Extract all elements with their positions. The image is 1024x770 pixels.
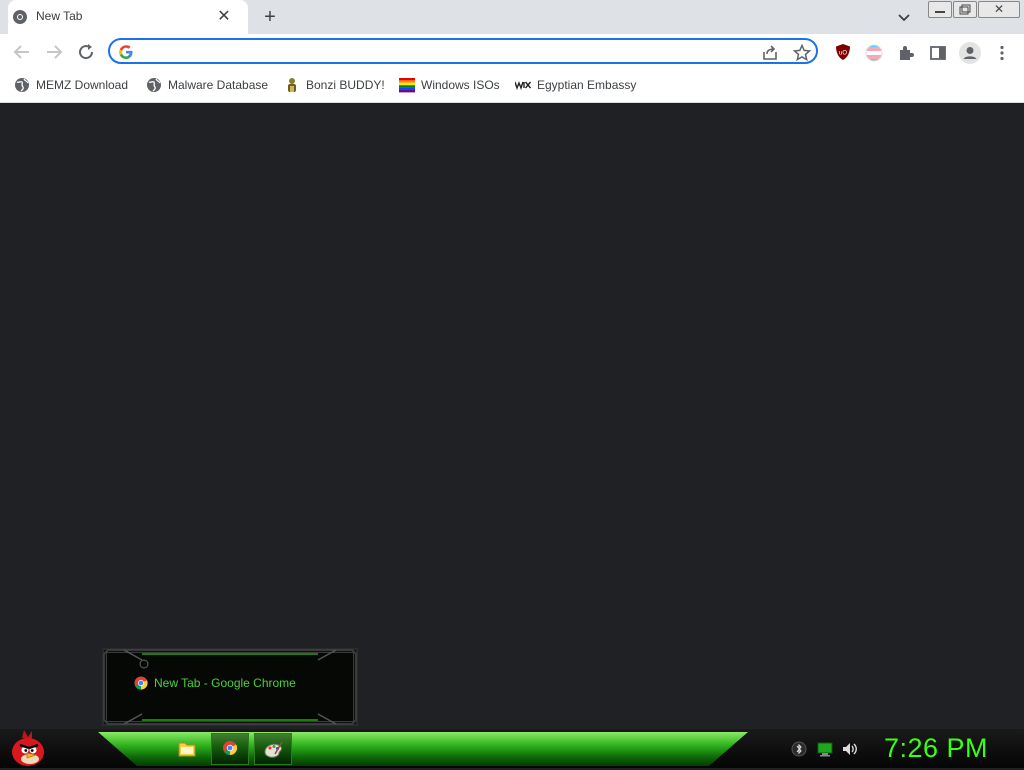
bookmark-label: Malware Database — [168, 78, 269, 92]
chrome-icon — [223, 741, 238, 756]
bookmark-label: Windows ISOs — [421, 78, 500, 92]
share-icon[interactable] — [760, 43, 780, 63]
bonzi-icon — [288, 78, 296, 92]
restore-button[interactable] — [953, 1, 977, 18]
close-tab-icon[interactable]: ✕ — [215, 8, 233, 26]
omnibox-input[interactable] — [140, 41, 744, 63]
new-tab-page — [0, 103, 1024, 729]
bookmark-bonzi-buddy[interactable]: Bonzi BUDDY! — [284, 74, 385, 96]
globe-icon — [15, 78, 29, 92]
taskbar-chrome-button[interactable] — [211, 733, 249, 765]
bookmark-star-icon[interactable] — [792, 43, 812, 63]
bluetooth-tray-icon[interactable] — [791, 741, 807, 757]
globe-icon — [147, 78, 161, 92]
thumbnail-window-title: New Tab - Google Chrome — [154, 676, 296, 690]
bookmark-memz-download[interactable]: MEMZ Download — [14, 74, 128, 96]
restore-icon — [959, 4, 971, 15]
bookmark-windows-isos[interactable]: Windows ISOs — [399, 74, 500, 96]
chrome-icon — [13, 10, 27, 24]
new-tab-button[interactable]: + — [258, 5, 282, 29]
rainbow-flag-icon — [399, 78, 415, 93]
bookmark-label: MEMZ Download — [36, 78, 129, 92]
reload-icon[interactable] — [74, 40, 98, 64]
window-close-button[interactable]: ✕ — [978, 1, 1020, 18]
network-tray-icon[interactable] — [817, 741, 833, 757]
minimize-button[interactable] — [928, 1, 952, 18]
minimize-icon — [935, 11, 945, 13]
chevron-down-icon[interactable] — [895, 8, 913, 26]
paint-palette-icon — [264, 741, 283, 758]
taskbar-clock[interactable]: 7:26 PM — [884, 733, 988, 764]
ublock-origin-icon[interactable]: uO — [834, 43, 852, 61]
svg-text:uO: uO — [839, 51, 847, 57]
wix-icon — [515, 81, 531, 91]
back-arrow-icon[interactable] — [10, 40, 34, 64]
bookmark-malware-database[interactable]: Malware Database — [146, 74, 268, 96]
taskbar-file-explorer-button[interactable] — [168, 733, 206, 765]
bookmark-label: Egyptian Embassy — [537, 78, 637, 92]
side-panel-icon[interactable] — [928, 43, 948, 63]
extensions-puzzle-icon[interactable] — [896, 43, 916, 63]
folder-icon — [178, 742, 196, 757]
bookmark-label: Bonzi BUDDY! — [306, 78, 385, 92]
google-icon — [119, 45, 133, 59]
forward-arrow-icon[interactable] — [42, 40, 66, 64]
angry-bird-start-icon[interactable] — [8, 728, 48, 768]
tab-title: New Tab — [36, 9, 83, 23]
taskbar-paint-button[interactable] — [254, 733, 292, 765]
chrome-icon — [134, 676, 148, 690]
bookmark-egyptian-embassy[interactable]: Egyptian Embassy — [515, 74, 636, 96]
volume-tray-icon[interactable] — [841, 740, 859, 758]
profile-avatar-icon[interactable] — [958, 41, 982, 65]
kebab-menu-icon[interactable] — [992, 43, 1012, 63]
trans-flag-extension-icon[interactable] — [864, 43, 884, 63]
